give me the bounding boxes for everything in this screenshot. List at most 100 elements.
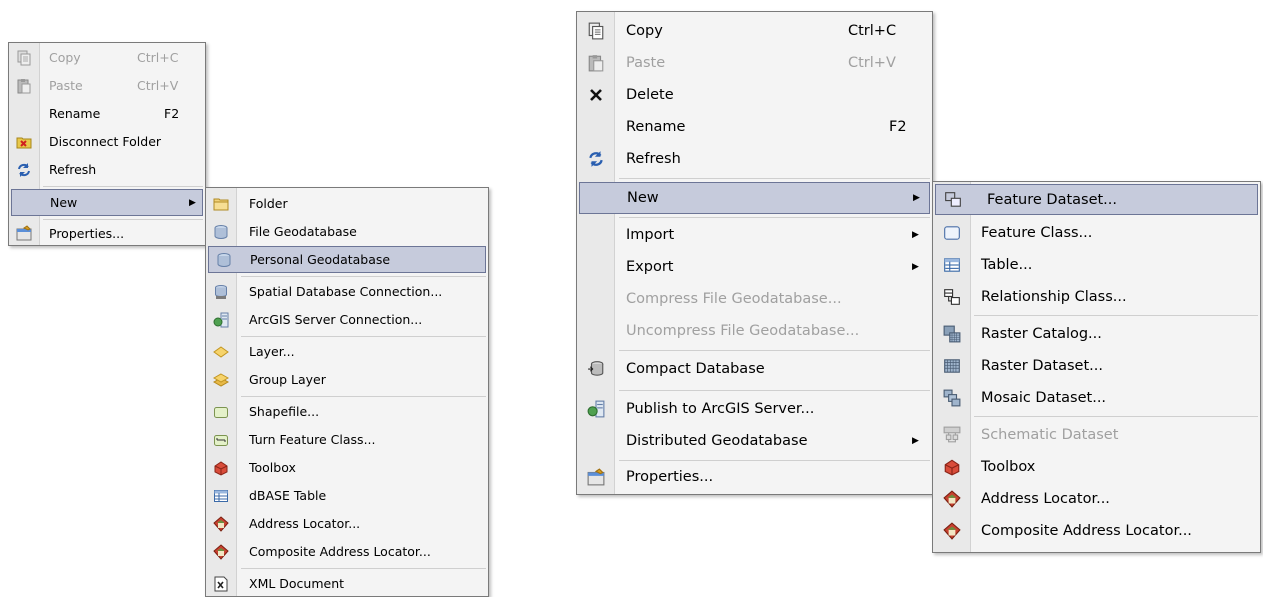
properties-icon bbox=[11, 221, 37, 245]
menu-item-label: Uncompress File Geodatabase... bbox=[626, 323, 860, 339]
refresh-icon bbox=[11, 157, 37, 182]
menu-item-label: Paste bbox=[626, 55, 666, 71]
submenu-item-mosaic-dataset[interactable]: Mosaic Dataset... bbox=[933, 382, 1260, 413]
menu-item-label: Distributed Geodatabase bbox=[626, 433, 808, 449]
submenu-item-label: Group Layer bbox=[249, 372, 326, 387]
group-layer-icon bbox=[208, 366, 234, 393]
submenu-item-raster-dataset[interactable]: Raster Dataset... bbox=[933, 350, 1260, 381]
submenu-item-toolbox[interactable]: Toolbox bbox=[933, 451, 1260, 482]
menu-separator bbox=[241, 276, 486, 277]
menu-item-new[interactable]: New ▶ bbox=[579, 182, 930, 214]
menu-item-shortcut: Ctrl+V bbox=[137, 78, 179, 93]
menu-item-rename[interactable]: Rename F2 bbox=[577, 111, 932, 143]
menu-item-compact-database[interactable]: Compact Database bbox=[577, 353, 932, 385]
submenu-item-label: Toolbox bbox=[981, 458, 1036, 475]
menu-item-label: Compact Database bbox=[626, 361, 765, 377]
properties-icon bbox=[580, 462, 612, 492]
menu-item-import[interactable]: Import ▶ bbox=[577, 219, 932, 251]
submenu-item-xml-document[interactable]: XML Document bbox=[206, 570, 488, 597]
feature-dataset-icon bbox=[937, 185, 969, 214]
submenu-item-turn-feature-class[interactable]: Turn Feature Class... bbox=[206, 426, 488, 453]
menu-item-shortcut: Ctrl+C bbox=[848, 23, 897, 39]
submenu-item-raster-catalog[interactable]: Raster Catalog... bbox=[933, 318, 1260, 349]
folder-icon bbox=[208, 190, 234, 217]
submenu-item-label: Personal Geodatabase bbox=[250, 252, 391, 267]
file-geodatabase-icon bbox=[208, 218, 234, 245]
menu-item-refresh[interactable]: Refresh bbox=[577, 143, 932, 175]
submenu-item-toolbox[interactable]: Toolbox bbox=[206, 454, 488, 481]
submenu-item-layer[interactable]: Layer... bbox=[206, 338, 488, 365]
menu-separator bbox=[619, 390, 930, 391]
menu-item-disconnect-folder[interactable]: Disconnect Folder bbox=[9, 129, 205, 154]
submenu-item-dbase-table[interactable]: dBASE Table bbox=[206, 482, 488, 509]
menu-item-label: Copy bbox=[626, 23, 663, 39]
menu-separator bbox=[241, 396, 486, 397]
arcgis-server-connection-icon bbox=[208, 306, 234, 333]
submenu-item-label: Shapefile... bbox=[249, 404, 320, 419]
menu-item-new[interactable]: New ▶ bbox=[11, 189, 203, 216]
menu-item-label: Compress File Geodatabase... bbox=[626, 291, 842, 307]
menu-item-shortcut: Ctrl+V bbox=[848, 55, 896, 71]
submenu-item-group-layer[interactable]: Group Layer bbox=[206, 366, 488, 393]
raster-dataset-icon bbox=[936, 350, 968, 381]
submenu-item-label: Feature Dataset... bbox=[987, 191, 1118, 208]
submenu-item-label: File Geodatabase bbox=[249, 224, 357, 239]
submenu-item-composite-address-locator[interactable]: Composite Address Locator... bbox=[206, 538, 488, 565]
menu-item-properties[interactable]: Properties... bbox=[577, 462, 932, 492]
menu-item-publish-to-arcgis-server[interactable]: Publish to ArcGIS Server... bbox=[577, 393, 932, 425]
submenu-item-schematic-dataset[interactable]: Schematic Dataset bbox=[933, 419, 1260, 450]
submenu-item-composite-address-locator[interactable]: Composite Address Locator... bbox=[933, 515, 1260, 546]
right-new-submenu: Feature Dataset... Feature Class... Tabl… bbox=[932, 181, 1261, 553]
menu-item-compress-file-geodatabase[interactable]: Compress File Geodatabase... bbox=[577, 283, 932, 315]
submenu-item-personal-geodatabase[interactable]: Personal Geodatabase bbox=[208, 246, 486, 273]
submenu-item-shapefile[interactable]: Shapefile... bbox=[206, 398, 488, 425]
submenu-item-address-locator[interactable]: Address Locator... bbox=[933, 483, 1260, 514]
submenu-arrow-icon: ▶ bbox=[189, 197, 196, 208]
submenu-item-relationship-class[interactable]: Relationship Class... bbox=[933, 281, 1260, 312]
turn-feature-class-icon bbox=[208, 426, 234, 453]
menu-item-copy[interactable]: Copy Ctrl+C bbox=[577, 15, 932, 47]
menu-item-properties[interactable]: Properties... bbox=[9, 221, 205, 245]
delete-icon bbox=[580, 79, 612, 111]
submenu-item-feature-class[interactable]: Feature Class... bbox=[933, 217, 1260, 248]
personal-geodatabase-icon bbox=[211, 247, 237, 272]
submenu-item-label: Address Locator... bbox=[249, 516, 361, 531]
layer-icon bbox=[208, 338, 234, 365]
menu-item-label: Properties... bbox=[626, 469, 714, 485]
menu-item-copy[interactable]: Copy Ctrl+C bbox=[9, 45, 205, 70]
compact-database-icon bbox=[580, 353, 612, 385]
raster-catalog-icon bbox=[936, 318, 968, 349]
menu-item-label: Paste bbox=[49, 78, 83, 93]
menu-item-uncompress-file-geodatabase[interactable]: Uncompress File Geodatabase... bbox=[577, 315, 932, 347]
shapefile-icon bbox=[208, 398, 234, 425]
submenu-item-label: Table... bbox=[981, 256, 1033, 273]
refresh-icon bbox=[580, 143, 612, 175]
submenu-item-arcgis-server-connection[interactable]: ArcGIS Server Connection... bbox=[206, 306, 488, 333]
menu-separator bbox=[974, 315, 1258, 316]
submenu-item-folder[interactable]: Folder bbox=[206, 190, 488, 217]
menu-item-rename[interactable]: Rename F2 bbox=[9, 101, 205, 126]
submenu-item-address-locator[interactable]: Address Locator... bbox=[206, 510, 488, 537]
menu-item-distributed-geodatabase[interactable]: Distributed Geodatabase ▶ bbox=[577, 425, 932, 457]
menu-item-export[interactable]: Export ▶ bbox=[577, 251, 932, 283]
menu-item-refresh[interactable]: Refresh bbox=[9, 157, 205, 182]
menu-item-shortcut: F2 bbox=[164, 106, 180, 121]
feature-class-icon bbox=[936, 217, 968, 248]
submenu-arrow-icon: ▶ bbox=[913, 193, 920, 203]
menu-item-delete[interactable]: Delete bbox=[577, 79, 932, 111]
submenu-item-label: Folder bbox=[249, 196, 288, 211]
composite-address-locator-icon bbox=[208, 538, 234, 565]
menu-item-paste[interactable]: Paste Ctrl+V bbox=[9, 73, 205, 98]
submenu-item-feature-dataset[interactable]: Feature Dataset... bbox=[935, 184, 1258, 215]
submenu-item-label: Turn Feature Class... bbox=[249, 432, 376, 447]
submenu-item-spatial-database-connection[interactable]: Spatial Database Connection... bbox=[206, 278, 488, 305]
menu-separator bbox=[241, 568, 486, 569]
menu-item-label: Rename bbox=[49, 106, 101, 121]
menu-item-shortcut: Ctrl+C bbox=[137, 50, 179, 65]
submenu-item-file-geodatabase[interactable]: File Geodatabase bbox=[206, 218, 488, 245]
menu-item-paste[interactable]: Paste Ctrl+V bbox=[577, 47, 932, 79]
left-new-submenu: Folder File Geodatabase Personal Geodata… bbox=[205, 187, 489, 597]
menu-separator bbox=[43, 186, 203, 187]
submenu-item-table[interactable]: Table... bbox=[933, 249, 1260, 280]
left-context-menu: Copy Ctrl+C Paste Ctrl+V Rename F2 Disco… bbox=[8, 42, 206, 246]
